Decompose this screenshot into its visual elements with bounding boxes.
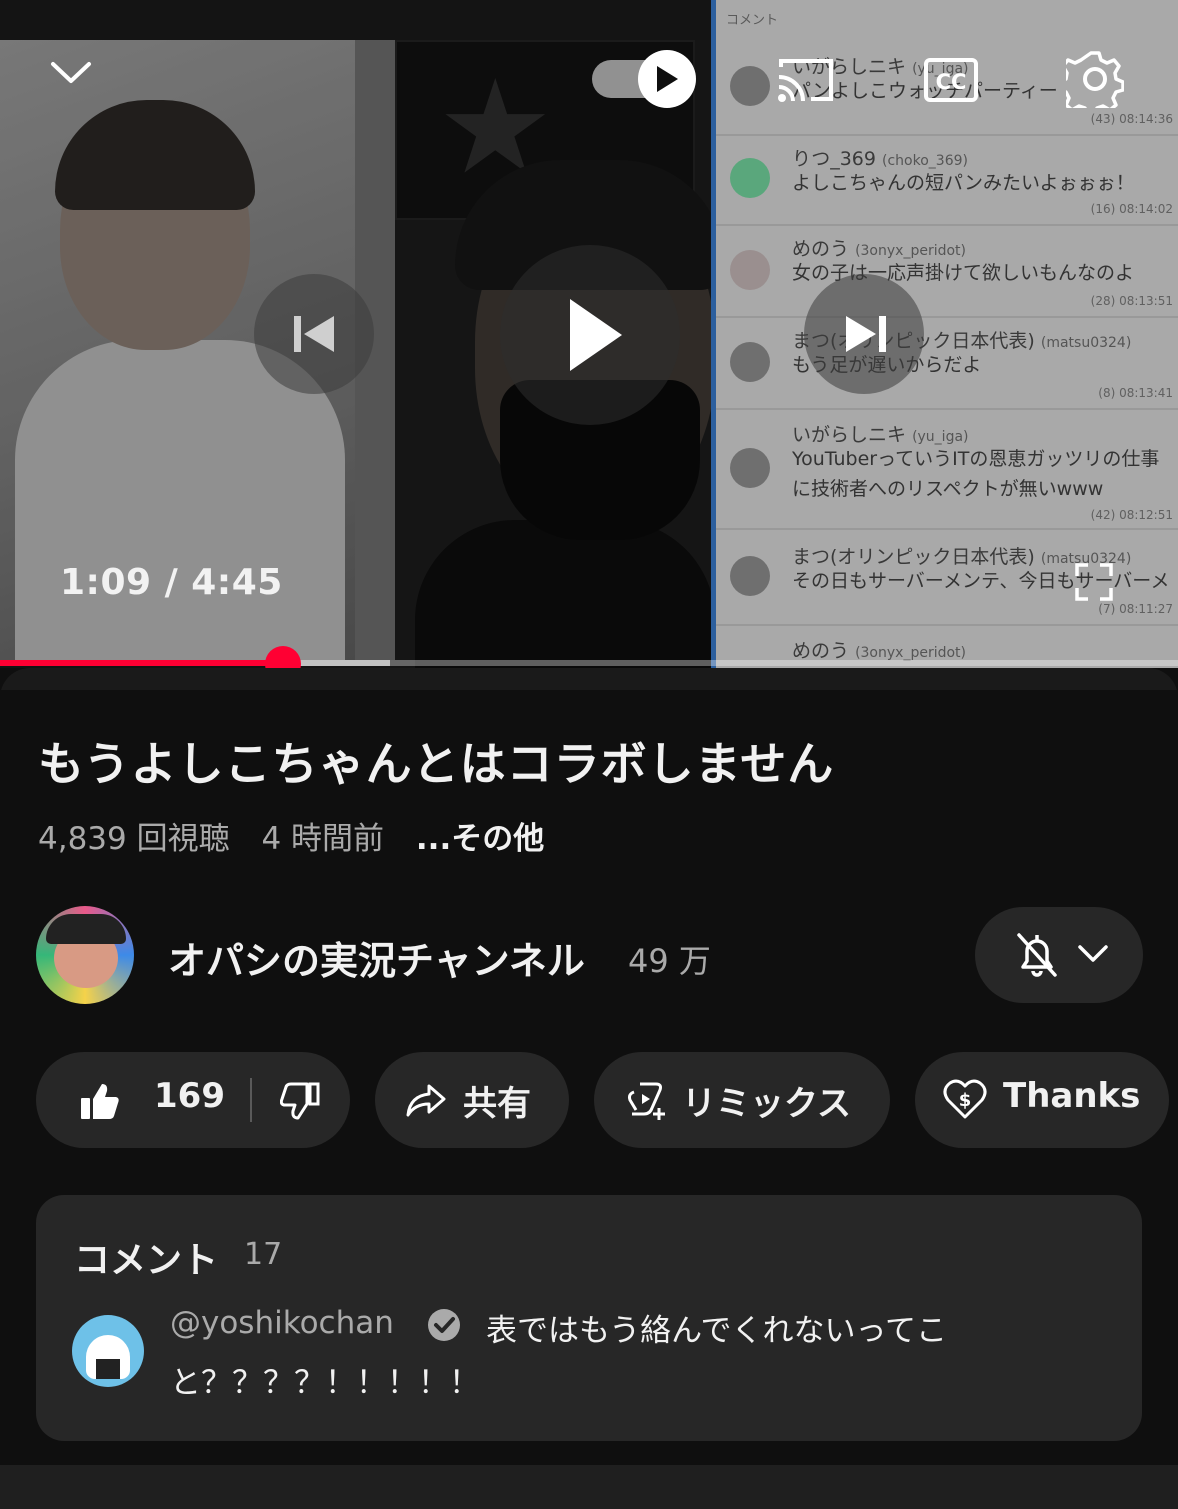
thanks-label: Thanks xyxy=(1003,1076,1141,1116)
play-icon xyxy=(570,299,622,371)
view-count: 4,839 回視聴 xyxy=(38,821,230,857)
chevron-down-icon xyxy=(1078,945,1108,962)
remix-icon xyxy=(628,1082,665,1120)
previous-icon xyxy=(294,316,334,352)
chat-meta: (8) 08:13:41 xyxy=(1098,386,1173,400)
chat-meta: (28) 08:13:51 xyxy=(1090,294,1173,308)
chat-user-name: まつ(オリンピック日本代表) xyxy=(792,546,1035,568)
avatar xyxy=(730,66,770,106)
share-icon xyxy=(406,1084,446,1117)
svg-text:$: $ xyxy=(959,1090,972,1111)
thanks-button[interactable]: $ Thanks xyxy=(915,1052,1169,1148)
dislike-icon[interactable] xyxy=(280,1082,320,1120)
chat-message-line2: に技術者へのリスペクトが無いwww xyxy=(792,478,1104,500)
like-dislike-group: 169 xyxy=(36,1052,350,1148)
bottom-area xyxy=(0,1465,1178,1509)
chat-user-handle: (choko_369) xyxy=(882,153,968,169)
comments-section[interactable]: コメント 17 @yoshikochan 表ではもう絡んでくれないってこ と？？… xyxy=(36,1195,1142,1441)
chat-meta: (7) 08:11:27 xyxy=(1098,602,1173,616)
chat-message: よしこちゃんの短パンみたいよぉぉぉ！ xyxy=(792,172,1135,194)
bell-off-icon xyxy=(1017,933,1057,977)
chat-meta: (43) 08:14:36 xyxy=(1090,112,1173,126)
comment-author: @yoshikochan xyxy=(170,1305,394,1341)
subscriber-count: 49 万 xyxy=(628,942,711,980)
next-button[interactable] xyxy=(804,274,924,394)
comments-count: 17 xyxy=(244,1237,283,1272)
autoplay-toggle[interactable] xyxy=(592,50,702,108)
chat-user-name: めのう xyxy=(792,238,850,260)
comment-text: 表ではもう絡んでくれないってこ xyxy=(486,1313,947,1349)
channel-avatar[interactable] xyxy=(36,906,134,1004)
chat-user-name: りつ_369 xyxy=(792,148,876,170)
chat-row: いがらしニキ (yu_iga) YouTuberっていうITの恩恵ガッツリの仕事… xyxy=(716,410,1178,530)
avatar xyxy=(730,250,770,290)
chat-row: りつ_369 (choko_369) よしこちゃんの短パンみたいよぉぉぉ！ (1… xyxy=(716,136,1178,226)
avatar xyxy=(730,556,770,596)
next-icon xyxy=(846,316,886,352)
avatar xyxy=(72,1315,144,1387)
chat-user-handle: (matsu0324) xyxy=(1040,335,1132,351)
upload-age: 4 時間前 xyxy=(261,821,385,857)
gear-icon[interactable] xyxy=(1066,50,1124,108)
chat-user-handle: (yu_iga) xyxy=(912,429,969,445)
share-button[interactable]: 共有 xyxy=(375,1052,569,1148)
cc-icon[interactable]: CC xyxy=(924,56,978,104)
chat-message: YouTuberっていうITの恩恵ガッツリの仕事 xyxy=(792,448,1160,470)
chat-row: まつ(オリンピック日本代表) (matsu0324) もう足が遅いからだよ (8… xyxy=(716,318,1178,410)
more-description-link[interactable]: ...その他 xyxy=(416,821,544,857)
time-display: 1:09 / 4:45 xyxy=(60,562,283,603)
chat-meta: (42) 08:12:51 xyxy=(1090,508,1173,522)
like-icon[interactable] xyxy=(80,1082,120,1120)
chevron-down-icon[interactable] xyxy=(48,56,94,88)
channel-name[interactable]: オパシの実況チャンネル xyxy=(168,930,585,985)
verified-icon xyxy=(428,1309,460,1341)
notification-settings-button[interactable] xyxy=(975,907,1143,1003)
fullscreen-icon[interactable] xyxy=(1074,562,1114,602)
avatar xyxy=(730,448,770,488)
cast-icon[interactable] xyxy=(775,55,837,105)
chat-meta: (16) 08:14:02 xyxy=(1090,202,1173,216)
svg-text:CC: CC xyxy=(936,70,967,94)
heart-dollar-icon: $ xyxy=(943,1079,987,1119)
comment-text-continued: と？？？？！！！！！ xyxy=(170,1365,480,1401)
avatar xyxy=(730,158,770,198)
video-title: もうよしこちゃんとはコラボしません xyxy=(38,737,835,791)
chat-user-handle: (3onyx_peridot) xyxy=(855,243,966,259)
chat-overlay-header: コメント xyxy=(726,13,779,28)
video-player[interactable]: ★ コメント いがらしニキ (yu_iga) パンよしこウォッチパーティー (4… xyxy=(0,0,1178,668)
comments-title: コメント xyxy=(74,1240,219,1281)
previous-button[interactable] xyxy=(254,274,374,394)
like-count: 169 xyxy=(154,1076,225,1116)
remix-label: リミックス xyxy=(682,1084,851,1124)
chat-user-name: めのう xyxy=(792,640,850,662)
chat-user-handle: (3onyx_peridot) xyxy=(855,645,966,661)
play-button[interactable] xyxy=(500,245,680,425)
share-label: 共有 xyxy=(463,1084,531,1124)
avatar xyxy=(730,342,770,382)
autoplay-toggle-icon xyxy=(638,50,696,108)
video-meta: 4,839 回視聴 4 時間前 ...その他 xyxy=(38,813,566,858)
chat-user-name: いがらしニキ xyxy=(792,424,907,446)
remix-button[interactable]: リミックス xyxy=(594,1052,890,1148)
progress-played xyxy=(0,660,283,666)
chat-row: めのう (3onyx_peridot) 女の子は一応声掛けて欲しいもんなのよ (… xyxy=(716,226,1178,318)
